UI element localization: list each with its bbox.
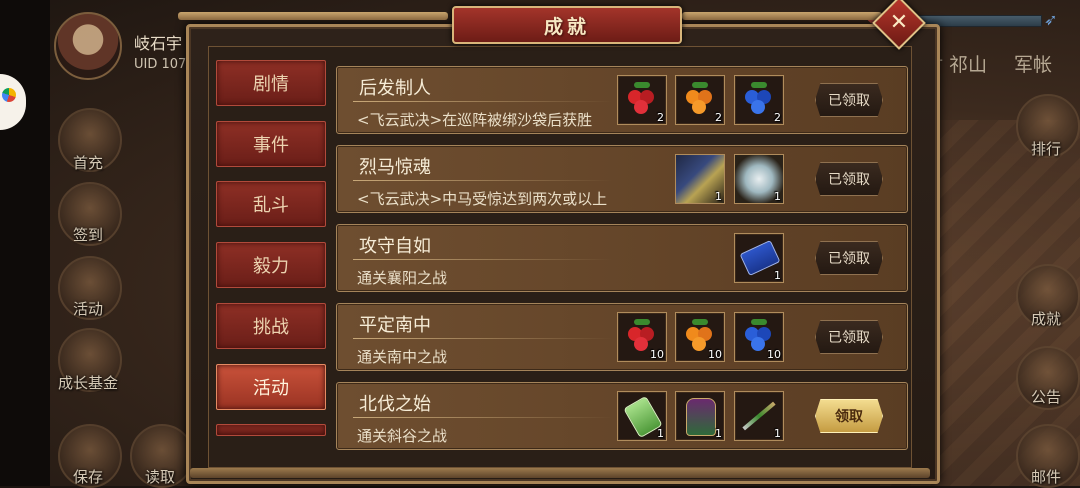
tab-event[interactable]: 事件	[216, 121, 326, 167]
claim-label: 已领取	[828, 251, 870, 267]
player-avatar[interactable]	[54, 12, 122, 80]
orange-fruit-icon[interactable]: 2	[675, 75, 725, 125]
tab-label: 剧情	[253, 74, 289, 95]
blue-bird-icon: ➶	[1044, 10, 1058, 29]
red-fruit-icon[interactable]: 10	[617, 312, 667, 362]
tab-label: 活动	[253, 378, 289, 399]
jade-token-icon[interactable]: 1	[617, 391, 667, 441]
tab-label: 挑战	[253, 317, 289, 338]
reward-count: 10	[708, 348, 722, 361]
dialog-title-banner: 成就	[452, 6, 682, 44]
title-deco-right	[682, 12, 882, 20]
dialog-bottom-border	[190, 468, 930, 478]
armored-horse-icon[interactable]: 1	[675, 154, 725, 204]
mail-label: 邮件	[1030, 468, 1061, 486]
player-name: 岐石宇	[134, 34, 183, 53]
achievement-row: 后发制人 <飞云武决>在巡阵被绑沙袋后获胜 2 2 2 已领取	[336, 66, 908, 134]
claimed-button[interactable]: 已领取	[815, 320, 883, 354]
tab-perseverance[interactable]: 毅力	[216, 242, 326, 288]
first-recharge-label: 首充	[72, 154, 103, 172]
ranking-label: 排行	[1030, 140, 1061, 158]
save-label: 保存	[72, 468, 103, 486]
claimed-button[interactable]: 已领取	[815, 162, 883, 196]
claim-label: 已领取	[828, 330, 870, 346]
achievement-title: 平定南中	[359, 315, 431, 336]
tab-challenge[interactable]: 挑战	[216, 303, 326, 349]
achievement-desc: <飞云武决>中马受惊达到两次或以上	[357, 190, 608, 208]
tab-melee[interactable]: 乱斗	[216, 181, 326, 227]
row-divider	[353, 101, 613, 102]
nav-camp[interactable]: 军帐	[1014, 50, 1052, 77]
row-divider	[353, 180, 613, 181]
sign-in-label: 签到	[72, 226, 103, 244]
achievement-row: 攻守自如 通关襄阳之战 1 已领取	[336, 224, 908, 292]
tab-label: 乱斗	[253, 195, 289, 216]
screen-left-edge	[0, 0, 50, 486]
reward-count: 2	[715, 111, 722, 124]
white-horse-icon[interactable]: 1	[734, 154, 784, 204]
reward-count: 2	[657, 111, 664, 124]
reward-count: 1	[715, 427, 722, 440]
row-divider	[353, 259, 613, 260]
spear-icon[interactable]: 1	[734, 391, 784, 441]
achievement-row: 平定南中 通关南中之战 10 10 10 已领取	[336, 303, 908, 371]
reward-count: 10	[767, 348, 781, 361]
row-divider	[353, 417, 613, 418]
achievement-desc: 通关斜谷之战	[357, 427, 448, 445]
achievement-desc: <飞云武决>在巡阵被绑沙袋后获胜	[357, 111, 593, 129]
scroll-icon[interactable]: 1	[734, 233, 784, 283]
claimed-button[interactable]: 已领取	[815, 241, 883, 275]
red-fruit-icon[interactable]: 2	[617, 75, 667, 125]
claim-button[interactable]: 领取	[815, 399, 883, 433]
tab-label: 事件	[253, 135, 289, 156]
tab-activity[interactable]: 活动	[216, 364, 326, 410]
claim-label: 已领取	[828, 93, 870, 109]
tab-label: 毅力	[253, 256, 289, 277]
achievement-title: 攻守自如	[359, 236, 431, 257]
claim-label: 已领取	[828, 172, 870, 188]
reward-count: 1	[657, 427, 664, 440]
claim-label: 领取	[835, 409, 863, 425]
achievement-title: 北伐之始	[359, 394, 431, 415]
armor-icon[interactable]: 1	[675, 391, 725, 441]
notice-label: 公告	[1030, 388, 1061, 406]
row-divider	[353, 338, 613, 339]
achievement-desc: 通关襄阳之战	[357, 269, 448, 287]
tab-story[interactable]: 剧情	[216, 60, 326, 106]
growth-fund-label: 成长基金	[57, 374, 118, 392]
achievement-desc: 通关南中之战	[357, 348, 448, 366]
close-icon: ✕	[889, 10, 909, 35]
reward-count: 1	[715, 190, 722, 203]
orange-fruit-icon[interactable]: 10	[675, 312, 725, 362]
blue-fruit-icon[interactable]: 10	[734, 312, 784, 362]
reward-count: 10	[650, 348, 664, 361]
tab-more-partial[interactable]	[216, 424, 326, 436]
achievement-title: 烈马惊魂	[359, 157, 431, 178]
reward-count: 1	[774, 190, 781, 203]
achievement-row: 北伐之始 通关斜谷之战 1 1 1 领取	[336, 382, 908, 450]
event-label: 活动	[72, 300, 103, 318]
blue-fruit-icon[interactable]: 2	[734, 75, 784, 125]
title-deco-left	[178, 12, 448, 20]
assistant-logo-icon	[2, 88, 16, 102]
reward-count: 2	[774, 111, 781, 124]
dialog-title: 成就	[543, 15, 590, 38]
claimed-button[interactable]: 已领取	[815, 83, 883, 117]
achievement-title: 后发制人	[359, 78, 431, 99]
achievement-label: 成就	[1030, 310, 1061, 328]
achievement-row: 烈马惊魂 <飞云武决>中马受惊达到两次或以上 1 1 已领取	[336, 145, 908, 213]
reward-count: 1	[774, 269, 781, 282]
reward-count: 1	[774, 427, 781, 440]
